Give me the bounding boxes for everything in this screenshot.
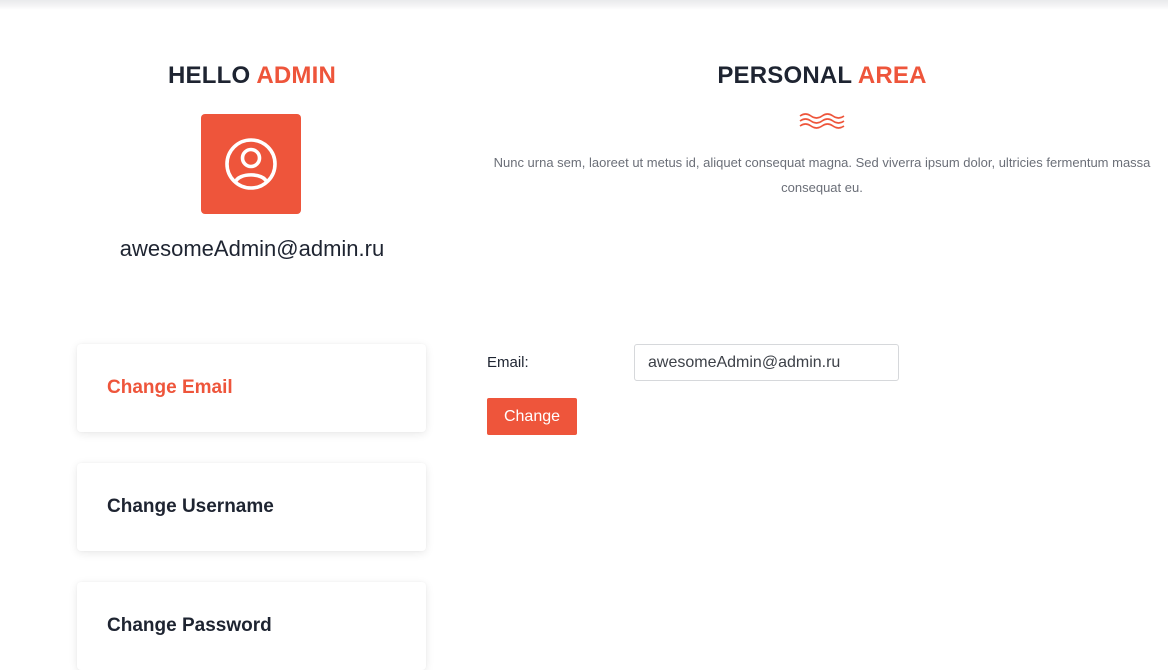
page-title: PERSONAL AREA [480,62,1164,90]
menu-item-change-password[interactable]: Change Password [77,582,426,670]
waves-icon [799,113,845,129]
header-shadow [0,0,1168,10]
user-circle-icon [225,138,277,190]
avatar [201,114,301,214]
menu-item-label: Change Password [107,615,272,636]
user-email: awesomeAdmin@admin.ru [119,236,385,261]
change-button[interactable]: Change [487,398,577,435]
menu-item-label: Change Username [107,496,274,517]
email-field[interactable] [634,344,899,381]
page-title-highlight: AREA [857,62,927,89]
email-label: Email: [487,354,529,371]
menu-item-change-email[interactable]: Change Email [77,344,426,432]
page-title-prefix: PERSONAL [717,62,852,89]
greeting-title: HELLO ADMIN [77,62,427,90]
greeting-prefix: HELLO [168,62,251,89]
menu-item-label: Change Email [107,377,233,398]
menu-item-change-username[interactable]: Change Username [77,463,426,551]
greeting-highlight: ADMIN [256,62,336,89]
description-text: Nunc urna sem, laoreet ut metus id, aliq… [493,155,1151,195]
